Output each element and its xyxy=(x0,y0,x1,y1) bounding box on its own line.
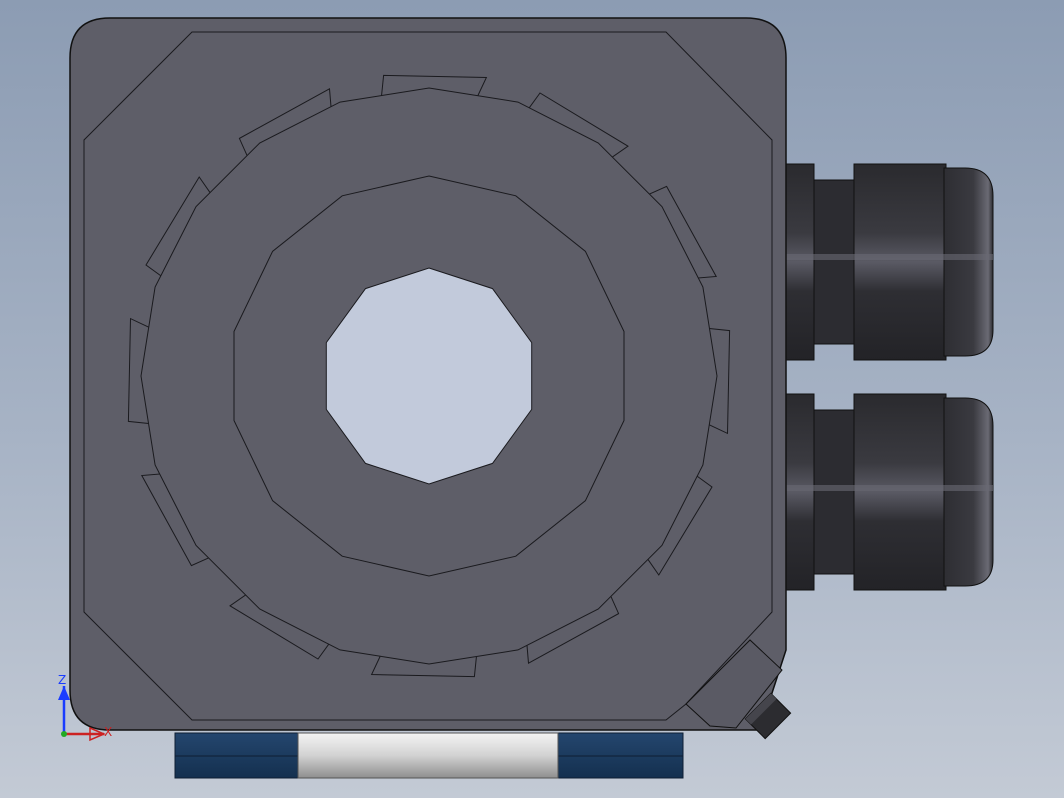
model-view[interactable] xyxy=(0,0,1064,798)
cable-gland-top xyxy=(771,163,994,361)
x-axis-label: X xyxy=(104,725,112,739)
coordinate-triad: Z X xyxy=(58,673,112,742)
y-axis-origin xyxy=(61,731,67,737)
cable-glands xyxy=(771,163,994,591)
base-plate xyxy=(174,732,684,779)
z-axis-arrow xyxy=(58,686,70,700)
cable-gland-bottom xyxy=(771,393,994,591)
center-bore xyxy=(325,267,533,485)
graphics-viewport[interactable]: Z X xyxy=(0,0,1064,798)
base-insert xyxy=(297,732,559,779)
z-axis-label: Z xyxy=(58,673,66,687)
